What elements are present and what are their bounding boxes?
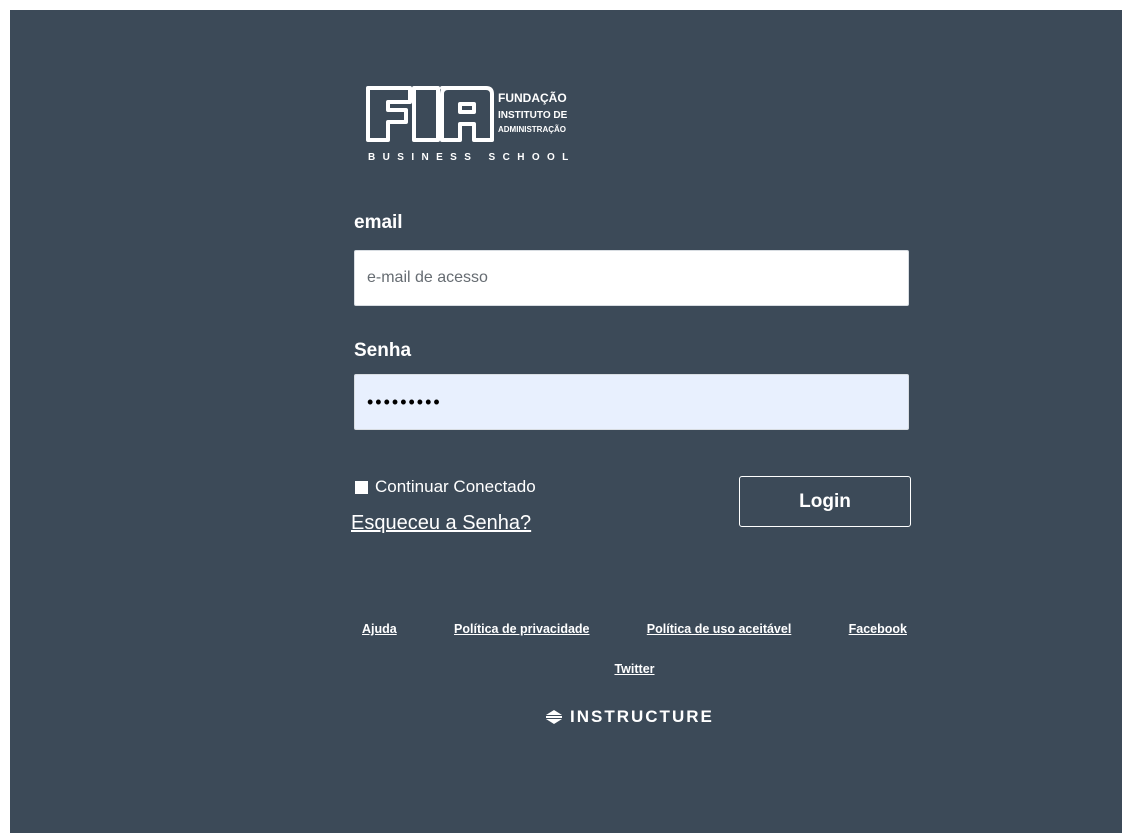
password-label: Senha xyxy=(354,340,412,361)
instructure-label: INSTRUCTURE xyxy=(570,707,714,726)
footer-link-facebook[interactable]: Facebook xyxy=(849,622,907,636)
footer-links: Ajuda Política de privacidade Política d… xyxy=(362,622,907,636)
fia-logo: FUNDAÇÃO INSTITUTO DE ADMINISTRAÇÃO BUSI… xyxy=(366,80,606,170)
email-input[interactable] xyxy=(354,250,909,306)
remember-me[interactable]: Continuar Conectado xyxy=(355,477,536,497)
instructure-logo-icon xyxy=(546,710,562,724)
footer-link-help[interactable]: Ajuda xyxy=(362,622,397,636)
password-input[interactable] xyxy=(354,374,909,430)
fia-logo-image: FUNDAÇÃO INSTITUTO DE ADMINISTRAÇÃO BUSI… xyxy=(366,86,576,163)
footer-twitter-row: Twitter xyxy=(362,660,907,678)
logo-tagline: BUSINESS SCHOOL xyxy=(368,152,576,163)
footer-link-twitter[interactable]: Twitter xyxy=(614,662,654,676)
remember-label: Continuar Conectado xyxy=(375,477,536,496)
forgot-password-link[interactable]: Esqueceu a Senha? xyxy=(351,512,531,535)
email-label: email xyxy=(354,212,403,233)
footer-link-acceptable-use[interactable]: Política de uso aceitável xyxy=(647,622,792,636)
login-panel: FUNDAÇÃO INSTITUTO DE ADMINISTRAÇÃO BUSI… xyxy=(10,10,1122,833)
instructure-brand: INSTRUCTURE xyxy=(546,707,714,727)
logo-line3: ADMINISTRAÇÃO xyxy=(498,125,566,134)
remember-checkbox[interactable] xyxy=(355,480,368,494)
logo-line1: FUNDAÇÃO xyxy=(498,90,567,105)
logo-line2: INSTITUTO DE xyxy=(498,110,568,121)
login-button[interactable]: Login xyxy=(739,476,911,527)
footer-link-privacy[interactable]: Política de privacidade xyxy=(454,622,589,636)
